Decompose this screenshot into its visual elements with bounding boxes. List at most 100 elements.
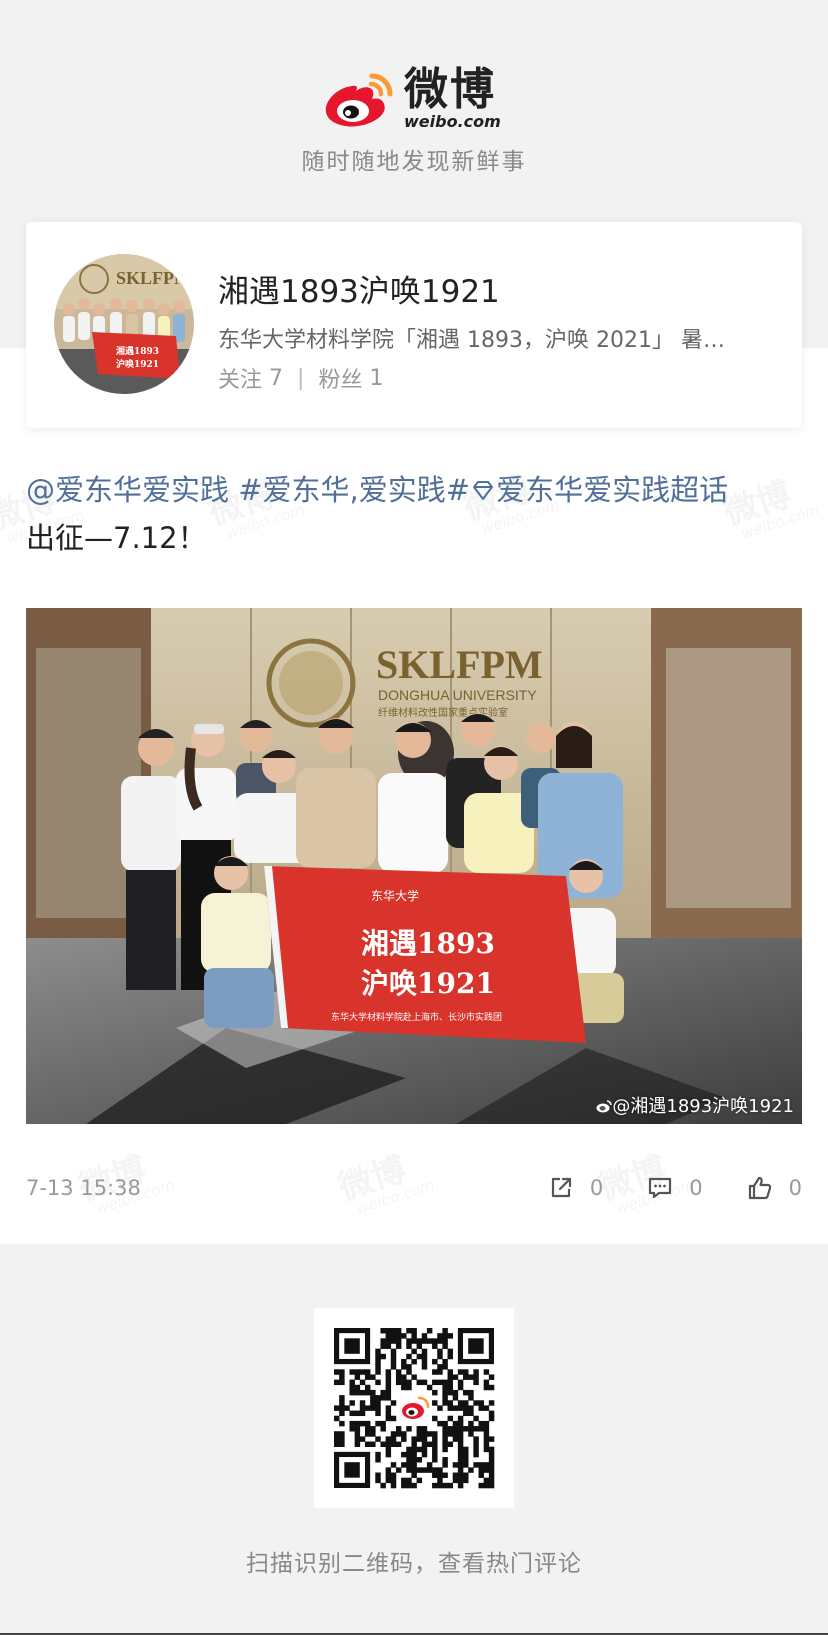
- qr-module: [426, 1431, 433, 1437]
- qr-module: [463, 1477, 469, 1484]
- hashtag-link[interactable]: #爱东华,爱实践#: [238, 473, 470, 507]
- avatar-banner-line2: 沪唤1921: [116, 358, 159, 370]
- qr-module: [406, 1451, 412, 1458]
- avatar-wall-text: SKLFPM: [116, 268, 191, 288]
- banner-footer: 东华大学材料学院赴上海市、长沙市实践团: [331, 1011, 502, 1023]
- qr-module: [473, 1374, 479, 1380]
- mention-link[interactable]: @爱东华爱实践: [26, 473, 229, 507]
- qr-module: [334, 1379, 340, 1386]
- supertopic-link[interactable]: 爱东华爱实践超话: [470, 473, 728, 507]
- qr-module: [370, 1405, 376, 1411]
- qr-module: [416, 1457, 423, 1463]
- profile-card[interactable]: SKLFPM 湘遇1893 沪唤1921 湘遇1893沪唤1921 东华大学材料…: [26, 222, 802, 428]
- qr-module: [390, 1364, 397, 1370]
- qr-module: [411, 1374, 417, 1380]
- qr-module: [442, 1384, 448, 1391]
- qr-module: [421, 1446, 428, 1453]
- qr-module: [339, 1410, 345, 1417]
- like-button[interactable]: 0: [747, 1175, 802, 1201]
- qr-module: [375, 1364, 381, 1370]
- qr-module: [375, 1395, 381, 1401]
- qr-module: [380, 1395, 386, 1401]
- qr-module: [406, 1384, 412, 1391]
- qr-module: [390, 1462, 397, 1468]
- profile-stats: 关注 7 | 粉丝 1: [218, 362, 383, 394]
- qr-module: [380, 1441, 386, 1448]
- profile-name[interactable]: 湘遇1893沪唤1921: [218, 266, 500, 311]
- qr-module: [452, 1431, 459, 1437]
- qr-module: [468, 1420, 474, 1427]
- qr-module: [354, 1369, 361, 1375]
- qr-module: [349, 1379, 355, 1386]
- qr-module: [442, 1328, 448, 1334]
- qr-module: [406, 1379, 412, 1386]
- qr-module: [447, 1374, 454, 1380]
- qr-module: [442, 1431, 448, 1437]
- qr-module: [421, 1436, 428, 1442]
- qr-module: [437, 1482, 443, 1489]
- qr-module: [395, 1343, 402, 1349]
- qr-module: [406, 1462, 412, 1468]
- qr-code[interactable]: [314, 1308, 514, 1508]
- qr-finder-pattern: [457, 1328, 494, 1365]
- qr-module: [421, 1348, 428, 1355]
- qr-module: [339, 1405, 345, 1411]
- qr-module: [411, 1457, 417, 1463]
- share-button[interactable]: 0: [548, 1175, 603, 1201]
- qr-module: [457, 1451, 464, 1458]
- qr-module: [452, 1477, 459, 1484]
- comment-button[interactable]: 0: [647, 1175, 703, 1201]
- followers-label[interactable]: 粉丝: [318, 362, 362, 394]
- qr-module: [390, 1358, 397, 1365]
- qr-module: [359, 1410, 366, 1417]
- qr-module: [385, 1343, 392, 1349]
- qr-module: [488, 1477, 495, 1484]
- qr-module: [447, 1353, 454, 1360]
- qr-module: [390, 1338, 397, 1344]
- qr-module: [437, 1369, 443, 1375]
- qr-module: [416, 1426, 423, 1432]
- qr-module: [463, 1389, 469, 1396]
- qr-caption: 扫描识别二维码，查看热门评论: [246, 1551, 582, 1577]
- qr-module: [442, 1400, 448, 1406]
- qr-module: [339, 1374, 345, 1380]
- following-count[interactable]: 7: [269, 366, 283, 391]
- qr-module: [468, 1431, 474, 1437]
- qr-module: [385, 1374, 392, 1380]
- weibo-logo[interactable]: 微博 weibo.com: [322, 66, 501, 132]
- qr-module: [452, 1395, 459, 1401]
- qr-module: [401, 1374, 407, 1380]
- followers-count[interactable]: 1: [369, 366, 383, 391]
- qr-module: [385, 1384, 392, 1391]
- qr-module: [442, 1364, 448, 1370]
- post-photo[interactable]: SKLFPM DONGHUA UNIVERSITY 纤维材料改性国家重点实验室: [26, 608, 802, 1124]
- qr-module: [452, 1472, 459, 1478]
- qr-module: [380, 1353, 386, 1360]
- qr-module: [463, 1400, 469, 1406]
- qr-module: [468, 1389, 474, 1396]
- qr-module: [463, 1446, 469, 1453]
- qr-module: [364, 1420, 371, 1427]
- qr-module: [385, 1410, 392, 1417]
- qr-module: [442, 1472, 448, 1478]
- qr-module: [442, 1436, 448, 1442]
- qr-module: [406, 1328, 412, 1334]
- qr-module: [457, 1477, 464, 1484]
- qr-module: [375, 1400, 381, 1406]
- qr-module: [380, 1482, 386, 1489]
- qr-module: [385, 1333, 392, 1339]
- avatar[interactable]: SKLFPM 湘遇1893 沪唤1921: [54, 254, 194, 394]
- qr-module: [432, 1467, 438, 1473]
- qr-module: [354, 1436, 361, 1442]
- qr-module: [385, 1467, 392, 1473]
- qr-module: [395, 1467, 402, 1473]
- qr-module: [339, 1395, 345, 1401]
- qr-module: [437, 1379, 443, 1386]
- qr-module: [488, 1446, 495, 1453]
- comment-count: 0: [689, 1176, 703, 1200]
- qr-module: [349, 1369, 355, 1375]
- qr-module: [390, 1328, 397, 1334]
- following-label[interactable]: 关注: [218, 362, 262, 394]
- qr-module: [488, 1467, 495, 1473]
- qr-module: [452, 1426, 459, 1432]
